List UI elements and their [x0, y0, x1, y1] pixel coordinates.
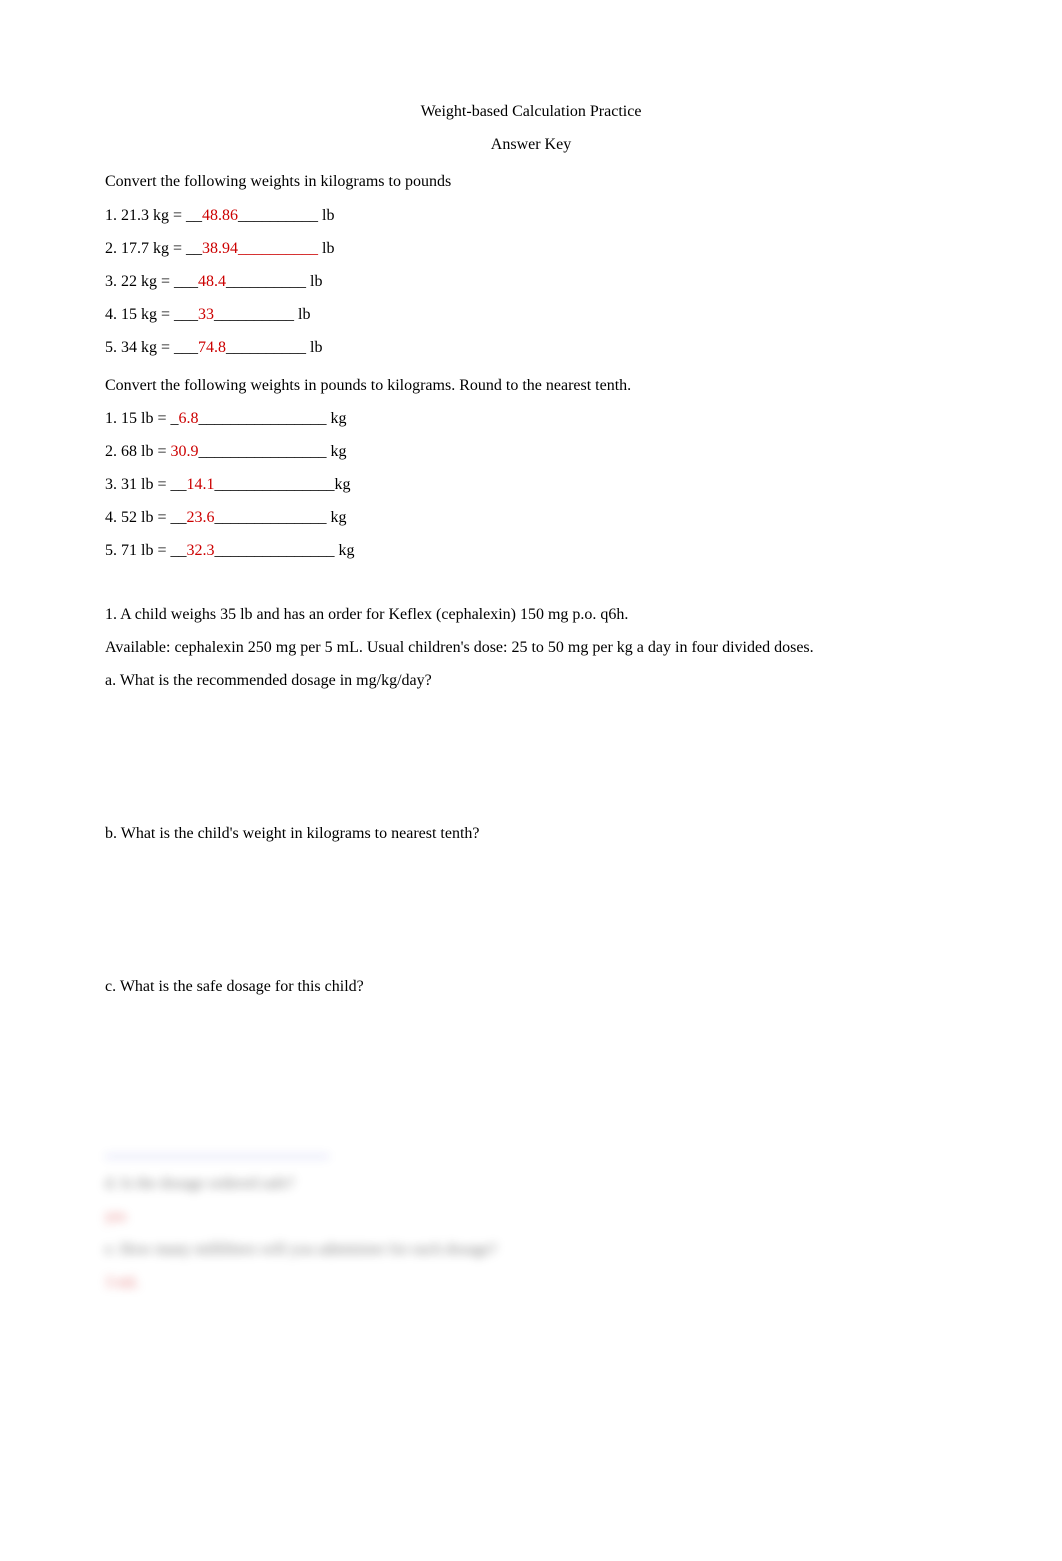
blur-underline: ____________________________ [105, 1142, 329, 1159]
lb-to-kg-item: 5. 71 lb = __32.3_______________ kg [105, 539, 957, 562]
blur-text: e. How many milliliters will you adminis… [105, 1238, 957, 1261]
item-suffix: __________ lb [238, 207, 334, 224]
item-suffix: ______________ kg [214, 509, 346, 526]
lb-to-kg-item: 3. 31 lb = __14.1_______________kg [105, 473, 957, 496]
page-subtitle: Answer Key [105, 133, 957, 156]
item-prefix: 3. 31 lb = __ [105, 476, 186, 493]
item-answer: 32.3 [186, 542, 214, 559]
item-suffix: __________ lb [226, 339, 322, 356]
page-title: Weight-based Calculation Practice [105, 100, 957, 123]
item-prefix: 1. 21.3 kg = __ [105, 207, 202, 224]
section2-heading: Convert the following weights in pounds … [105, 374, 957, 397]
blur-answer: yes [105, 1205, 957, 1228]
kg-to-lb-item: 4. 15 kg = ___33__________ lb [105, 303, 957, 326]
blurred-content: ____________________________ d. Is the d… [105, 1139, 957, 1295]
item-suffix: _______________ kg [214, 542, 354, 559]
item-prefix: 2. 17.7 kg = __ [105, 240, 202, 257]
question-a: a. What is the recommended dosage in mg/… [105, 669, 957, 692]
question-b: b. What is the child's weight in kilogra… [105, 822, 957, 845]
kg-to-lb-item: 2. 17.7 kg = __38.94__________ lb [105, 237, 957, 260]
item-suffix: __________ lb [226, 273, 322, 290]
question-c: c. What is the safe dosage for this chil… [105, 975, 957, 998]
item-prefix: 4. 15 kg = ___ [105, 306, 198, 323]
item-answer: 14.1 [186, 476, 214, 493]
item-answer: 38.94__________ [202, 240, 318, 257]
section1-heading: Convert the following weights in kilogra… [105, 170, 957, 193]
item-prefix: 5. 71 lb = __ [105, 542, 186, 559]
blur-text: d. Is the dosage ordered safe? [105, 1172, 957, 1195]
item-suffix: __________ lb [214, 306, 310, 323]
lb-to-kg-item: 1. 15 lb = _6.8________________ kg [105, 407, 957, 430]
lb-to-kg-item: 2. 68 lb = 30.9________________ kg [105, 440, 957, 463]
item-prefix: 2. 68 lb = [105, 443, 170, 460]
problem1-line2: Available: cephalexin 250 mg per 5 mL. U… [105, 636, 957, 659]
kg-to-lb-item: 3. 22 kg = ___48.4__________ lb [105, 270, 957, 293]
item-answer: 23.6 [186, 509, 214, 526]
item-answer: 48.86 [202, 207, 238, 224]
item-suffix: _______________kg [214, 476, 350, 493]
item-prefix: 5. 34 kg = ___ [105, 339, 198, 356]
item-prefix: 1. 15 lb = _ [105, 410, 178, 427]
item-suffix: ________________ kg [198, 443, 346, 460]
item-answer: 30.9 [170, 443, 198, 460]
item-suffix: ________________ kg [198, 410, 346, 427]
problem1-line1: 1. A child weighs 35 lb and has an order… [105, 603, 957, 626]
item-answer: 6.8 [178, 410, 198, 427]
item-answer: 33 [198, 306, 214, 323]
item-answer: 74.8 [198, 339, 226, 356]
kg-to-lb-item: 1. 21.3 kg = __48.86__________ lb [105, 204, 957, 227]
item-answer: 48.4 [198, 273, 226, 290]
blur-answer: 3 mL [105, 1271, 957, 1294]
kg-to-lb-item: 5. 34 kg = ___74.8__________ lb [105, 336, 957, 359]
item-prefix: 4. 52 lb = __ [105, 509, 186, 526]
lb-to-kg-item: 4. 52 lb = __23.6______________ kg [105, 506, 957, 529]
item-suffix: lb [318, 240, 334, 257]
item-prefix: 3. 22 kg = ___ [105, 273, 198, 290]
